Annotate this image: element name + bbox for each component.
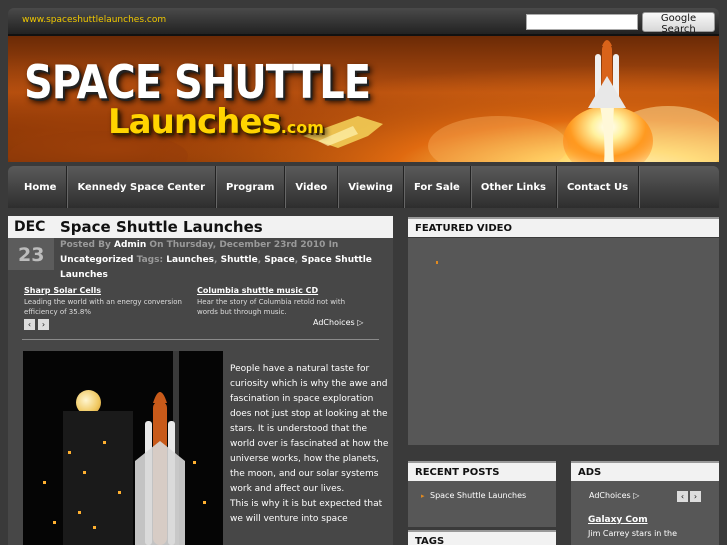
ads-panel: AdChoices ▷ ‹ › Galaxy Com Jim Carrey st… (571, 481, 719, 545)
post-date-day: 23 (18, 244, 45, 266)
ad-unit-top: Sharp Solar Cells Leading the world with… (22, 286, 382, 344)
nav-video[interactable]: Video (285, 166, 339, 208)
recent-posts-title: RECENT POSTS (408, 461, 556, 481)
post-body: People have a natural taste for curiosit… (230, 362, 390, 527)
recent-post-link[interactable]: Space Shuttle Launches (430, 491, 526, 500)
ad-desc-columbia-cd: Hear the story of Columbia retold not wi… (197, 298, 346, 316)
logo-launches: Launches (108, 102, 282, 142)
ads-prev-icon[interactable]: ‹ (677, 491, 688, 502)
ad-desc-sharp-solar: Leading the world with an energy convers… (24, 298, 182, 316)
adchoices-link[interactable]: AdChoices ▷ (313, 318, 363, 327)
post-divider (22, 339, 379, 340)
top-bar: www.spaceshuttlelaunches.com Google Sear… (8, 8, 719, 35)
ad-link-sharp-solar[interactable]: Sharp Solar Cells (24, 286, 101, 295)
nav-for-sale[interactable]: For Sale (404, 166, 471, 208)
post-paragraph: People have a natural taste for curiosit… (230, 364, 389, 494)
in-label: In (328, 240, 339, 250)
ads-next-icon[interactable]: › (690, 491, 701, 502)
search-input[interactable] (526, 14, 638, 30)
featured-video-title: FEATURED VIDEO (408, 217, 719, 237)
shuttle-launchpad-photo (23, 351, 223, 545)
video-loading-icon (436, 261, 438, 264)
bullet-arrow-icon: ▸ (421, 492, 425, 500)
nav-contact-us[interactable]: Contact Us (557, 166, 640, 208)
ad-link-columbia-cd[interactable]: Columbia shuttle music CD (197, 286, 318, 295)
post-paragraph: This is why it is but expected that we w… (230, 499, 383, 524)
post-title[interactable]: Space Shuttle Launches (60, 218, 263, 236)
posted-by-label: Posted By (60, 240, 111, 250)
ads-title: ADS (571, 461, 719, 481)
post-category-link[interactable]: Uncategorized (60, 255, 133, 265)
tag-link[interactable]: Shuttle (221, 255, 258, 265)
site-url[interactable]: www.spaceshuttlelaunches.com (22, 15, 166, 25)
ad-next-icon[interactable]: › (38, 319, 49, 330)
main-nav: Home Kennedy Space Center Program Video … (8, 166, 719, 208)
google-search-button[interactable]: Google Search (642, 12, 715, 35)
post-article: DEC 23 Space Shuttle Launches Posted By … (8, 216, 393, 545)
logo-dotcom: .com (280, 118, 324, 137)
tags-label: Tags: (136, 255, 164, 265)
post-meta: Posted By Admin On Thursday, December 23… (60, 240, 372, 280)
logo-subtitle[interactable]: Launches.com (108, 102, 324, 142)
launchpad-illustration-icon (43, 351, 206, 545)
recent-posts-list: ▸ Space Shuttle Launches (408, 481, 556, 527)
ads-link-galaxy[interactable]: Galaxy Com (588, 515, 648, 525)
header-banner: SPACE SHUTTLE Launches.com (8, 34, 719, 162)
tag-link[interactable]: Space (264, 255, 294, 265)
ads-desc-galaxy: Jim Carrey stars in the (588, 529, 678, 538)
tags-title: TAGS (408, 530, 556, 545)
post-date-text: On Thursday, December 23rd 2010 (149, 240, 326, 250)
nav-program[interactable]: Program (216, 166, 286, 208)
ads-adchoices-link[interactable]: AdChoices ▷ (589, 491, 639, 500)
nav-kennedy-space-center[interactable]: Kennedy Space Center (67, 166, 217, 208)
nav-other-links[interactable]: Other Links (471, 166, 557, 208)
post-author-link[interactable]: Admin (114, 240, 146, 250)
featured-video-player[interactable] (408, 238, 719, 445)
post-date-month: DEC (14, 219, 46, 235)
nav-viewing[interactable]: Viewing (338, 166, 404, 208)
shuttle-launch-icon (563, 40, 653, 162)
ad-prev-icon[interactable]: ‹ (24, 319, 35, 330)
tag-link[interactable]: Launches (166, 255, 214, 265)
nav-home[interactable]: Home (14, 166, 68, 208)
